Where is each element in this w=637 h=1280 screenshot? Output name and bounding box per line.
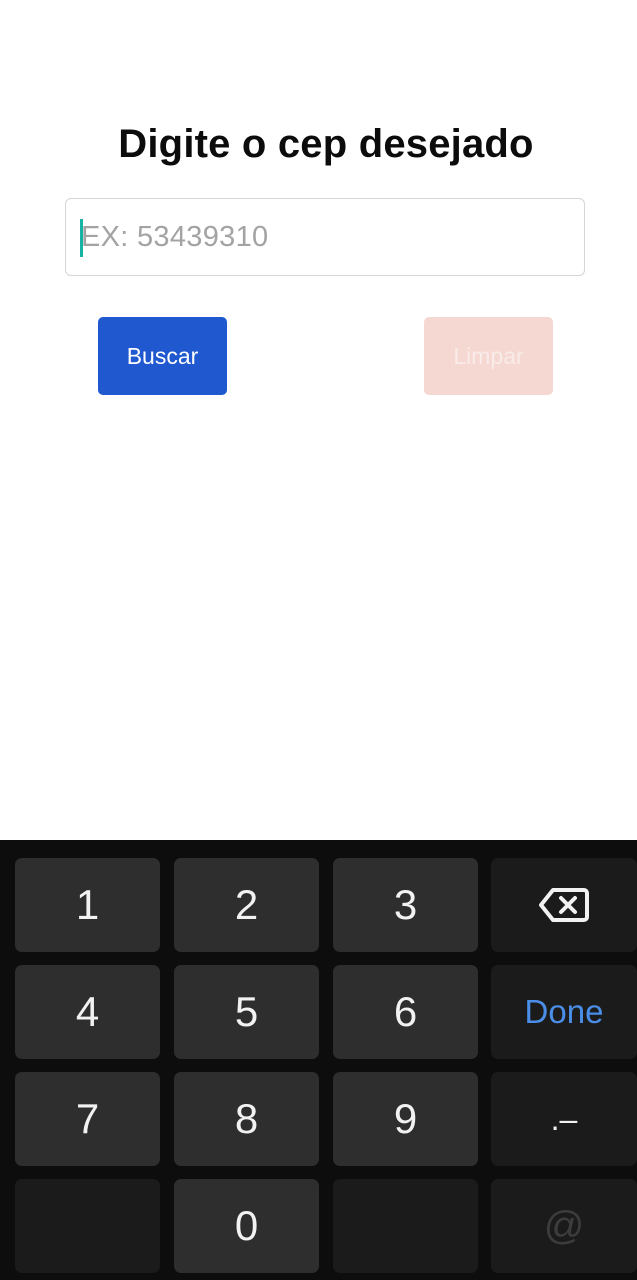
empty-key-left bbox=[15, 1179, 160, 1273]
key-2[interactable]: 2 bbox=[174, 858, 319, 952]
numeric-keyboard: 1 2 3 4 5 6 Done 7 8 9 .– 0 @ bbox=[0, 840, 637, 1280]
at-key[interactable]: @ bbox=[491, 1179, 637, 1273]
cep-search-screen: Digite o cep desejado EX: 53439310 Busca… bbox=[0, 0, 637, 840]
search-button[interactable]: Buscar bbox=[98, 317, 227, 395]
empty-key-right bbox=[333, 1179, 478, 1273]
key-6[interactable]: 6 bbox=[333, 965, 478, 1059]
page-title: Digite o cep desejado bbox=[118, 122, 534, 166]
cep-input-placeholder: EX: 53439310 bbox=[81, 221, 269, 253]
key-1[interactable]: 1 bbox=[15, 858, 160, 952]
key-0[interactable]: 0 bbox=[174, 1179, 319, 1273]
key-8[interactable]: 8 bbox=[174, 1072, 319, 1166]
backspace-key[interactable] bbox=[491, 858, 637, 952]
cep-input[interactable]: EX: 53439310 bbox=[65, 198, 585, 276]
key-5[interactable]: 5 bbox=[174, 965, 319, 1059]
done-key[interactable]: Done bbox=[491, 965, 637, 1059]
key-4[interactable]: 4 bbox=[15, 965, 160, 1059]
symbols-key[interactable]: .– bbox=[491, 1072, 637, 1166]
key-3[interactable]: 3 bbox=[333, 858, 478, 952]
key-9[interactable]: 9 bbox=[333, 1072, 478, 1166]
clear-button[interactable]: Limpar bbox=[424, 317, 553, 395]
backspace-icon bbox=[539, 888, 589, 922]
key-7[interactable]: 7 bbox=[15, 1072, 160, 1166]
